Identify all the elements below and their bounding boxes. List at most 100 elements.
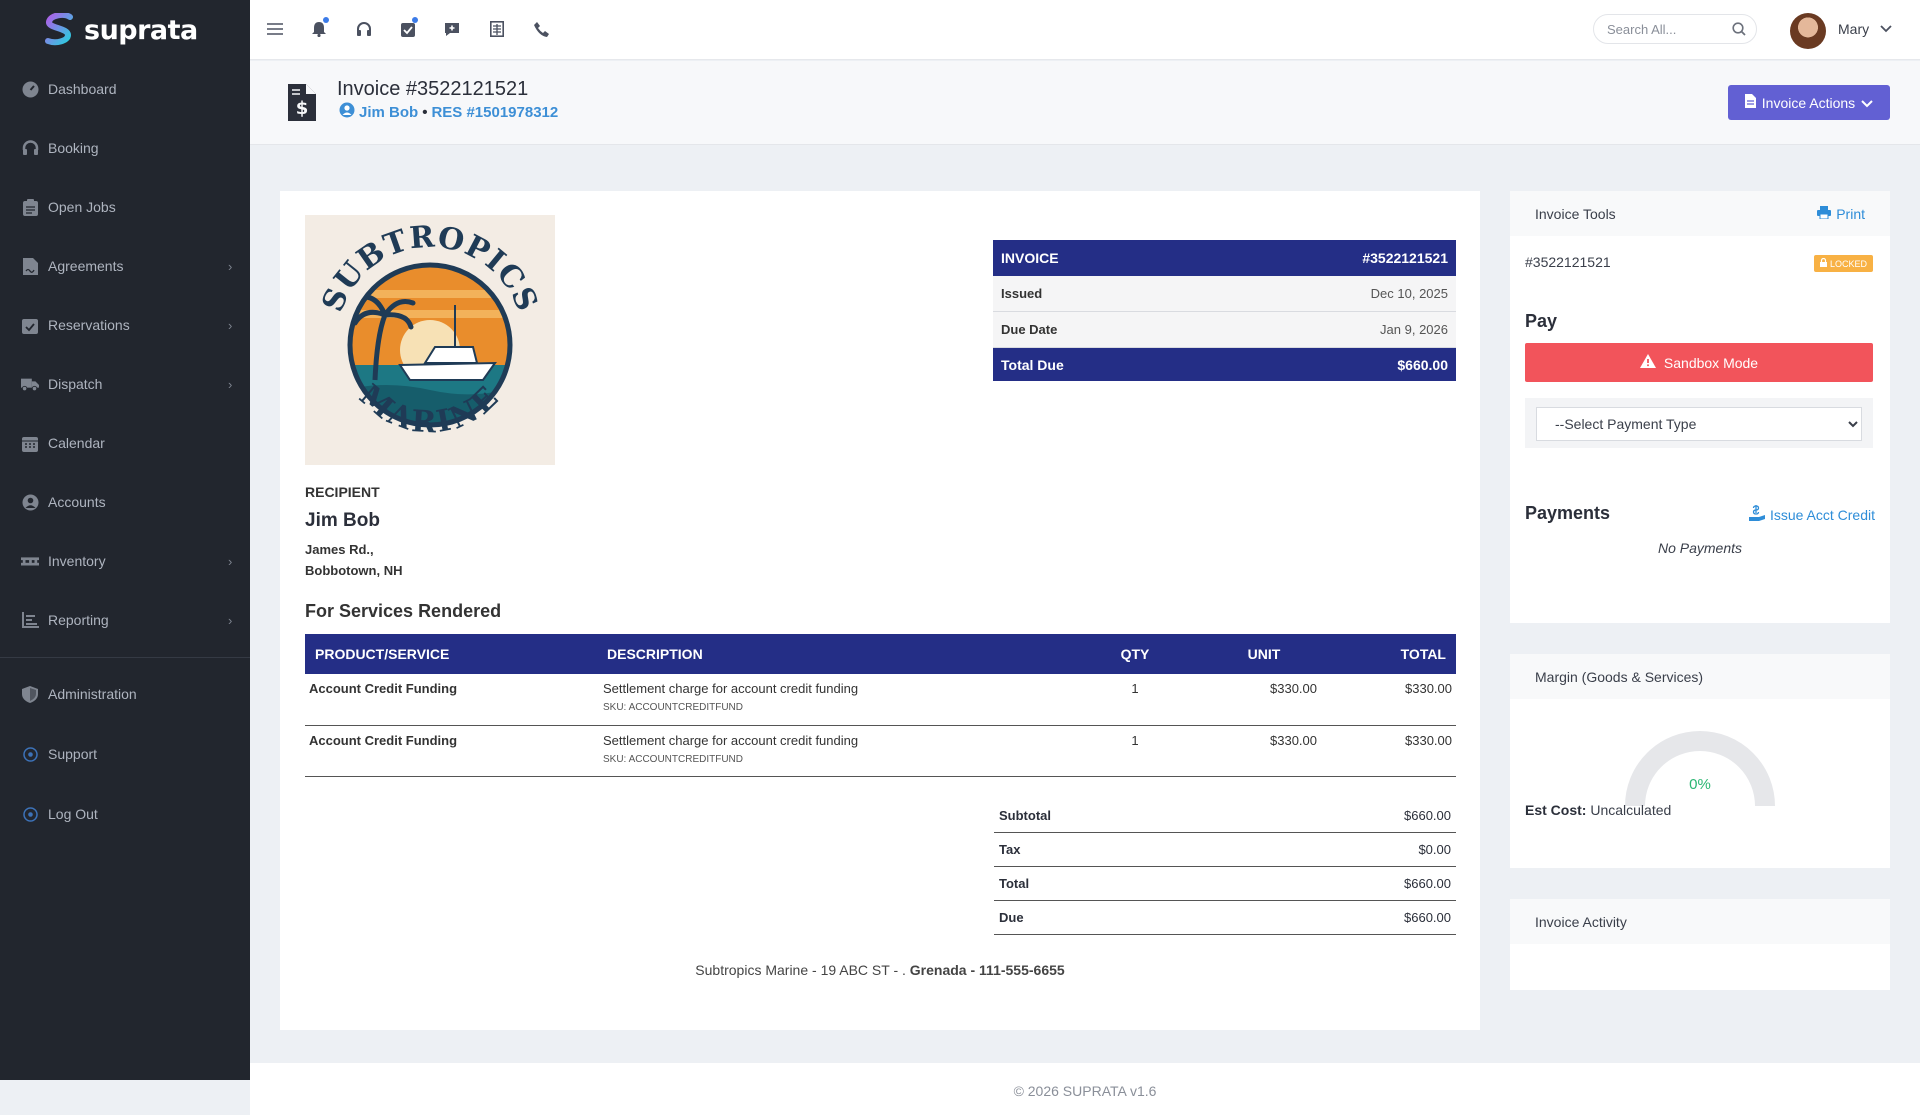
total-due-value: $660.00 — [1397, 356, 1448, 373]
page-subtitle: Jim Bob • RES #1501978312 — [339, 102, 558, 122]
locked-label: LOCKED — [1829, 258, 1867, 269]
svg-text:$: $ — [296, 98, 309, 119]
payments-title: Payments — [1525, 503, 1611, 523]
item-description: Settlement charge for account credit fun… — [603, 681, 859, 696]
sidebar-item-open-jobs[interactable]: Open Jobs — [0, 187, 250, 227]
sidebar-item-inventory[interactable]: Inventory › — [0, 541, 250, 581]
sidebar-item-reporting[interactable]: Reporting › — [0, 600, 250, 640]
topbar: Mary — [250, 0, 1920, 60]
table-header-row: PRODUCT/SERVICE DESCRIPTION QTY UNIT TOT… — [305, 634, 1456, 674]
invoice-summary: INVOICE #3522121521 Issued Dec 10, 2025 … — [993, 240, 1456, 381]
sandbox-mode-button[interactable]: Sandbox Mode — [1525, 343, 1873, 382]
company-logo: SUBTROPICS MARINE — [305, 215, 555, 465]
item-description: Settlement charge for account credit fun… — [603, 732, 859, 748]
sidebar-item-agreements[interactable]: Agreements › — [0, 246, 250, 286]
item-unit: $330.00 — [1197, 725, 1331, 777]
invoice-tools-card: Invoice Tools Print #3522121521 LOCKED P… — [1510, 191, 1890, 623]
issued-date: Dec 10, 2025 — [1370, 286, 1448, 301]
comment-plus-icon[interactable] — [441, 18, 463, 40]
app-footer: © 2026 SUPRATA v1.6 — [250, 1063, 1920, 1115]
due-date: Jan 9, 2026 — [1380, 322, 1448, 337]
ledger-icon[interactable] — [486, 18, 508, 40]
notification-dot — [323, 17, 329, 23]
issue-acct-credit-label: Issue Acct Credit — [1769, 506, 1875, 523]
item-name: Account Credit Funding — [305, 725, 597, 777]
clipboard-icon — [21, 198, 39, 216]
file-icon — [1744, 94, 1756, 111]
warning-icon — [1639, 354, 1656, 371]
invoice-actions-button[interactable]: Invoice Actions — [1728, 85, 1890, 120]
total-due-row: Total Due $660.00 — [993, 348, 1456, 381]
sidebar-item-label: Log Out — [48, 806, 98, 822]
sidebar-item-log-out[interactable]: Log Out — [0, 794, 250, 834]
sidebar-item-label: Dashboard — [48, 81, 117, 97]
avatar[interactable] — [1790, 13, 1826, 49]
sidebar-item-administration[interactable]: Administration — [0, 674, 250, 714]
menu-icon[interactable] — [264, 18, 286, 40]
sidebar-item-booking[interactable]: Booking — [0, 128, 250, 168]
tools-invoice-number: #3522121521 — [1525, 254, 1611, 270]
sidebar-item-label: Booking — [48, 140, 99, 156]
notification-dot — [412, 17, 418, 23]
issued-label: Issued — [1001, 286, 1043, 301]
search-icon[interactable] — [1732, 22, 1746, 39]
recipient-address-line2: Bobbotown, NH — [305, 563, 403, 578]
invoice-tools-title: Invoice Tools — [1535, 205, 1616, 222]
table-row: Account Credit Funding Settlement charge… — [305, 725, 1456, 777]
item-sku: SKU: ACCOUNTCREDITFUND — [603, 753, 744, 765]
est-cost-label: Est Cost: — [1525, 802, 1587, 818]
pay-title: Pay — [1525, 311, 1558, 331]
sidebar-item-accounts[interactable]: Accounts — [0, 482, 250, 522]
search-input[interactable] — [1607, 21, 1727, 37]
sidebar-item-dispatch[interactable]: Dispatch › — [0, 364, 250, 404]
est-cost: Est Cost: Uncalculated — [1525, 802, 1671, 818]
pallet-icon — [21, 552, 39, 570]
separator-dot: • — [422, 103, 428, 121]
file-signature-icon — [21, 257, 39, 275]
sidebar-item-dashboard[interactable]: Dashboard — [0, 69, 250, 109]
chevron-right-icon: › — [228, 553, 233, 569]
user-name[interactable]: Mary — [1838, 21, 1869, 37]
payments-section: Payments Issue Acct Credit No Payments — [1510, 483, 1890, 623]
lock-icon — [1819, 257, 1827, 269]
invoice-number: #3522121521 — [1362, 250, 1448, 266]
sidebar-item-calendar[interactable]: Calendar — [0, 423, 250, 463]
chevron-right-icon: › — [228, 258, 233, 274]
invoice-document: SUBTROPICS MARINE INVOICE #3522121521 Is… — [280, 191, 1480, 1030]
dot-circle-icon — [21, 805, 39, 823]
dashboard-icon — [21, 80, 39, 98]
payment-type-wrapper: --Select Payment Type — [1525, 398, 1873, 448]
sidebar-item-support[interactable]: Support — [0, 734, 250, 774]
issue-acct-credit-button[interactable]: Issue Acct Credit — [1748, 505, 1875, 524]
due-row: Due $660.00 — [994, 901, 1456, 935]
dot-circle-icon — [21, 745, 39, 763]
clipboard-check-icon[interactable] — [397, 17, 419, 40]
sidebar-item-label: Administration — [48, 686, 137, 702]
phone-icon[interactable] — [530, 18, 552, 40]
bell-icon[interactable] — [308, 17, 330, 40]
line-items-table: PRODUCT/SERVICE DESCRIPTION QTY UNIT TOT… — [305, 634, 1456, 777]
brand[interactable]: suprata — [0, 0, 250, 60]
reservation-link[interactable]: RES #1501978312 — [431, 104, 558, 121]
invoice-activity-card: Invoice Activity — [1510, 899, 1890, 990]
totals-label: Due — [999, 910, 1024, 925]
headset-icon[interactable] — [353, 18, 375, 40]
sidebar-item-reservations[interactable]: Reservations › — [0, 305, 250, 345]
item-total: $330.00 — [1331, 674, 1456, 726]
services-title: For Services Rendered — [305, 601, 502, 621]
chevron-down-icon[interactable] — [1880, 20, 1892, 38]
payment-type-select[interactable]: --Select Payment Type — [1536, 407, 1862, 441]
invoice-label: INVOICE — [1001, 250, 1059, 266]
totals-value: $0.00 — [1418, 842, 1451, 857]
chart-bar-icon — [21, 611, 39, 629]
chevron-down-icon — [1861, 95, 1873, 111]
print-button[interactable]: Print — [1817, 205, 1865, 222]
column-header: QTY — [1073, 634, 1197, 674]
customer-link[interactable]: Jim Bob — [359, 104, 418, 121]
sidebar-item-label: Accounts — [48, 494, 106, 510]
margin-header: Margin (Goods & Services) — [1510, 654, 1890, 699]
item-qty: 1 — [1073, 674, 1197, 726]
totals-value: $660.00 — [1404, 876, 1451, 891]
sidebar: suprata Dashboard Booking Open Jobs Agre… — [0, 0, 250, 1080]
sidebar-divider — [0, 657, 250, 658]
